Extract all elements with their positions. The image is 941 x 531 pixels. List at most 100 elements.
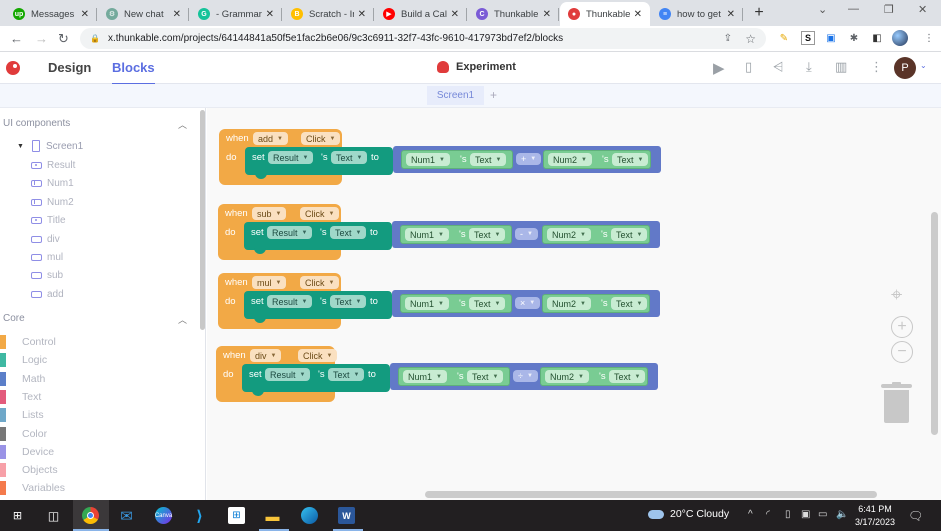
operand-component-dropdown[interactable]: Num2 ▼	[548, 153, 592, 166]
side-panel-icon[interactable]: ◧	[870, 31, 884, 45]
operand-component-dropdown[interactable]: Num2 ▼	[545, 370, 589, 383]
reload-icon[interactable]: ↻	[58, 31, 69, 47]
workspace-vertical-scrollbar[interactable]	[931, 212, 938, 435]
highlighter-extension-icon[interactable]: ✎	[777, 31, 791, 45]
operand-property-dropdown[interactable]: Text ▼	[470, 153, 507, 166]
canva-taskbar-icon[interactable]: Canva	[155, 507, 172, 524]
close-tab-icon[interactable]: ✕	[634, 9, 642, 20]
right-operand-block[interactable]: Num2 ▼ 's Text ▼	[540, 367, 648, 386]
left-operand-block[interactable]: Num1 ▼ 's Text ▼	[401, 150, 513, 169]
category-text[interactable]: Text	[0, 389, 41, 404]
system-clock[interactable]: 6:41 PM 3/17/2023	[855, 503, 895, 529]
design-tab[interactable]: Design	[48, 60, 91, 75]
play-icon[interactable]: ▶	[713, 59, 725, 77]
tab-search-icon[interactable]: ⌄	[818, 3, 827, 16]
target-component-dropdown[interactable]: Result ▼	[268, 151, 314, 164]
component-dropdown[interactable]: mul ▼	[252, 276, 287, 289]
close-tab-icon[interactable]: ✕	[81, 9, 89, 20]
blocks-tab[interactable]: Blocks	[112, 60, 155, 85]
add-screen-button[interactable]: +	[490, 88, 497, 102]
operator-dropdown[interactable]: - ▼	[515, 228, 538, 240]
bookmark-star-icon[interactable]: ☆	[745, 32, 756, 46]
zoom-in-icon[interactable]: +	[891, 316, 913, 338]
right-operand-block[interactable]: Num2 ▼ 's Text ▼	[542, 225, 650, 244]
operator-dropdown[interactable]: + ▼	[516, 153, 542, 165]
tree-item-div[interactable]: div	[31, 234, 60, 245]
network-icon[interactable]: ◜	[766, 509, 770, 520]
browser-tab[interactable]: ⚙ New chat ✕	[98, 2, 189, 26]
s-extension-icon[interactable]: S	[801, 31, 815, 45]
screenshot-extension-icon[interactable]: ▣	[824, 31, 838, 45]
user-avatar[interactable]: P	[894, 57, 916, 79]
operand-component-dropdown[interactable]: Num2 ▼	[547, 297, 591, 310]
operand-property-dropdown[interactable]: Text ▼	[467, 370, 504, 383]
category-lists[interactable]: Lists	[0, 408, 44, 423]
notifications-icon[interactable]: 🗨	[908, 509, 923, 523]
close-tab-icon[interactable]: ✕	[727, 9, 735, 20]
recenter-icon[interactable]: ⌖	[891, 284, 902, 307]
tree-item-add[interactable]: add	[31, 289, 64, 300]
minimize-button[interactable]: —	[848, 3, 859, 15]
category-objects[interactable]: Objects	[0, 463, 58, 478]
browser-menu-icon[interactable]: ⋮	[922, 31, 936, 45]
browser-tab[interactable]: B Scratch - Im ✕	[283, 2, 374, 26]
word-taskbar-icon[interactable]: W	[338, 507, 355, 524]
close-tab-icon[interactable]: ✕	[266, 9, 274, 20]
browser-tab[interactable]: up Messages ✕	[5, 2, 97, 26]
operand-property-dropdown[interactable]: Text ▼	[609, 370, 646, 383]
property-dropdown[interactable]: Text ▼	[328, 368, 365, 381]
operand-property-dropdown[interactable]: Text ▼	[469, 297, 506, 310]
windows-start-icon[interactable]: ⊞	[9, 507, 26, 524]
browser-tab[interactable]: ▶ Build a Calc ✕	[375, 2, 467, 26]
set-property-block[interactable]: set Result ▼ 's Text ▼ to	[244, 222, 392, 254]
category-control[interactable]: Control	[0, 335, 56, 349]
tree-item-num1[interactable]: Num1	[31, 178, 74, 189]
more-options-icon[interactable]: ⋮	[870, 59, 883, 75]
target-component-dropdown[interactable]: Result ▼	[265, 368, 311, 381]
component-dropdown[interactable]: sub ▼	[252, 207, 287, 220]
set-property-block[interactable]: set Result ▼ 's Text ▼ to	[244, 291, 392, 323]
share-icon[interactable]: ⇪	[724, 33, 732, 44]
operand-property-dropdown[interactable]: Text ▼	[612, 153, 649, 166]
phone-link-icon[interactable]: ▯	[785, 509, 791, 520]
operand-property-dropdown[interactable]: Text ▼	[611, 297, 648, 310]
forward-icon[interactable]: →	[35, 31, 48, 46]
math-operation-block[interactable]: Num1 ▼ 's Text ▼ - ▼ Num2 ▼ 's Text ▼	[392, 221, 660, 248]
browser-tab[interactable]: G - Grammarl ✕	[190, 2, 282, 26]
target-component-dropdown[interactable]: Result ▼	[267, 226, 313, 239]
left-operand-block[interactable]: Num1 ▼ 's Text ▼	[400, 294, 512, 313]
restore-button[interactable]: ❐	[884, 3, 894, 16]
operand-component-dropdown[interactable]: Num2 ▼	[547, 228, 591, 241]
tree-item-screen1[interactable]: ▼ Screen1	[17, 140, 83, 152]
tree-item-sub[interactable]: sub	[31, 270, 63, 281]
math-operation-block[interactable]: Num1 ▼ 's Text ▼ ÷ ▼ Num2 ▼ 's Text ▼	[390, 363, 658, 390]
share-icon[interactable]: ⩤	[773, 59, 783, 75]
profile-globe-icon[interactable]	[892, 30, 908, 46]
right-operand-block[interactable]: Num2 ▼ 's Text ▼	[542, 294, 650, 313]
project-name[interactable]: Experiment	[437, 61, 516, 73]
task-view-icon[interactable]: ◫	[45, 507, 62, 524]
collapse-core-icon[interactable]: ︿	[178, 313, 187, 326]
browser-tab[interactable]: C Thunkable ✕	[468, 2, 559, 26]
browser-tab[interactable]: ≡ how to get ✕	[651, 2, 743, 26]
close-tab-icon[interactable]: ✕	[358, 9, 366, 20]
close-tab-icon[interactable]: ✕	[543, 9, 551, 20]
component-dropdown[interactable]: div ▼	[250, 349, 282, 362]
category-math[interactable]: Math	[0, 371, 45, 386]
event-dropdown[interactable]: Click ▼	[300, 207, 340, 220]
event-dropdown[interactable]: Click ▼	[301, 132, 341, 145]
operator-dropdown[interactable]: × ▼	[515, 297, 541, 309]
operand-component-dropdown[interactable]: Num1 ▼	[403, 370, 447, 383]
category-logic[interactable]: Logic	[0, 353, 47, 368]
address-bar[interactable]: 🔒 x.thunkable.com/projects/64144841a50f5…	[80, 28, 766, 49]
category-color[interactable]: Color	[0, 426, 47, 441]
chrome-taskbar-icon[interactable]	[82, 507, 99, 524]
file-explorer-taskbar-icon[interactable]: ▬	[264, 507, 281, 524]
operand-component-dropdown[interactable]: Num1 ▼	[405, 228, 449, 241]
meet-now-icon[interactable]: ▣	[801, 509, 810, 520]
trash-icon[interactable]	[881, 382, 912, 424]
tree-item-result[interactable]: Result	[31, 160, 75, 171]
event-dropdown[interactable]: Click ▼	[300, 276, 340, 289]
math-operation-block[interactable]: Num1 ▼ 's Text ▼ × ▼ Num2 ▼ 's Text ▼	[392, 290, 660, 317]
tree-item-title[interactable]: Title	[31, 215, 66, 226]
